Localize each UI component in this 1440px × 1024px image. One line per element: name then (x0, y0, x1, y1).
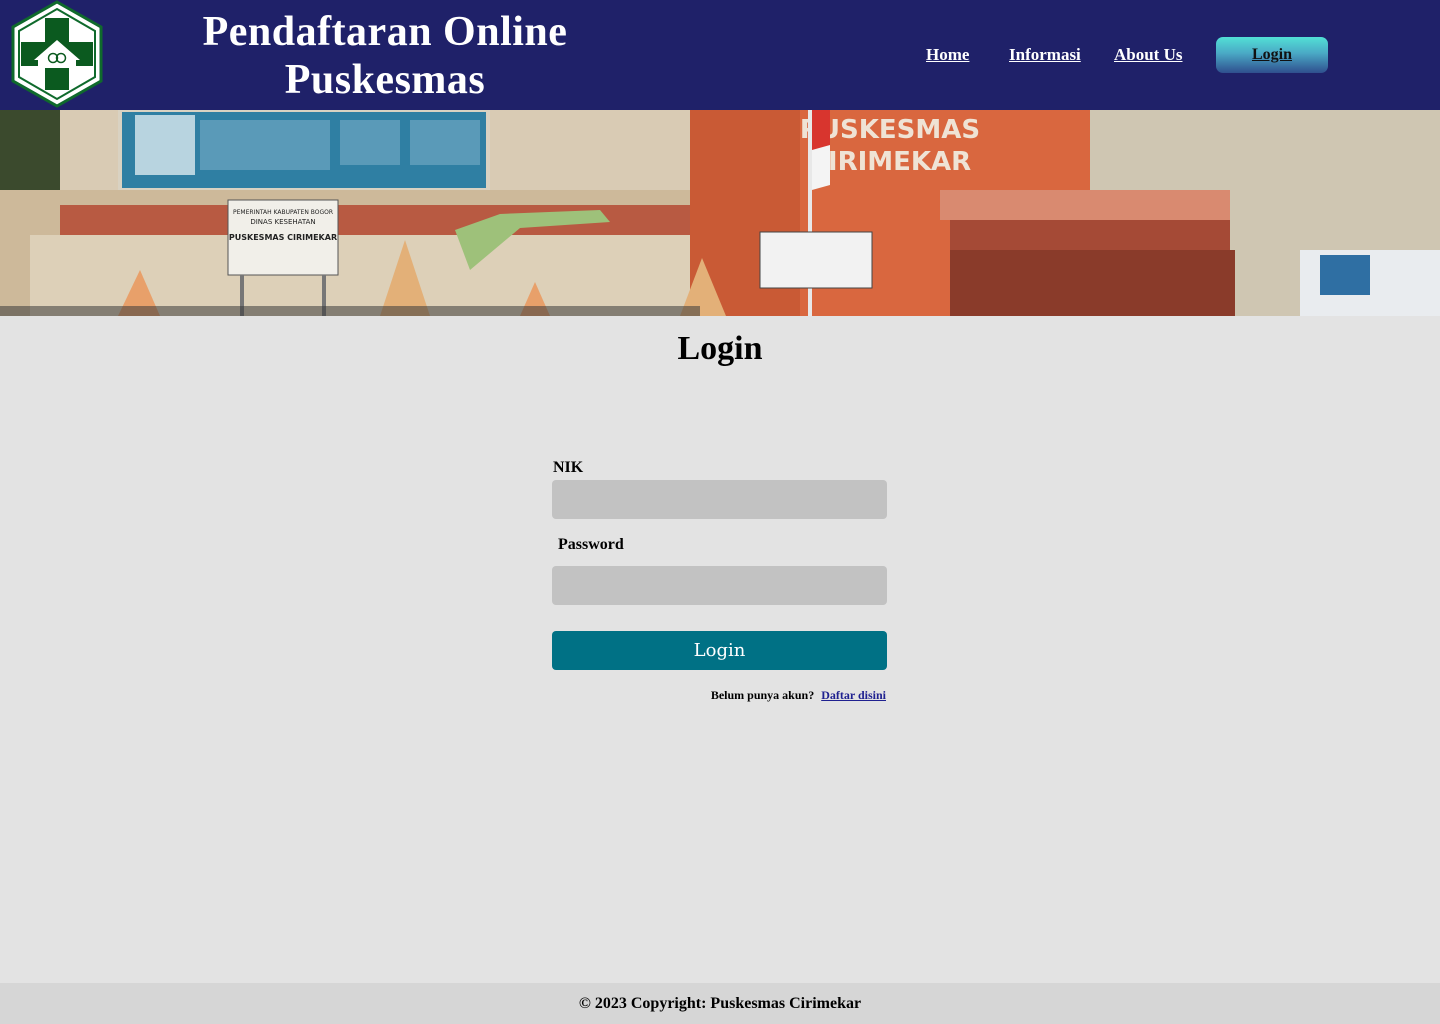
nav-informasi-link[interactable]: Informasi (1009, 45, 1081, 65)
register-link[interactable]: Daftar disini (821, 688, 886, 702)
hero-banner-photo: PUSKESMAS CIRIMEKAR PEMERINTAH KABUPATEN… (0, 110, 1440, 316)
login-submit-button[interactable]: Login (552, 631, 887, 670)
nav-home-link[interactable]: Home (926, 45, 969, 65)
banner-board-line1: PEMERINTAH KABUPATEN BOGOR (233, 209, 333, 216)
footer-copyright: © 2023 Copyright: Puskesmas Cirimekar (578, 994, 862, 1012)
site-title: Pendaftaran Online Puskesmas (175, 8, 595, 104)
nik-input[interactable] (552, 480, 887, 519)
nik-label: NIK (553, 459, 584, 476)
banner-sign-line2: CIRIMEKAR (809, 147, 971, 177)
register-prompt-text: Belum punya akun? (710, 688, 815, 702)
page-title: Login (677, 330, 763, 367)
puskesmas-logo-icon (8, 0, 106, 108)
nav-login-button[interactable]: Login (1216, 37, 1328, 73)
top-navbar: Pendaftaran Online Puskesmas Home Inform… (0, 0, 1440, 110)
site-title-line2: Puskesmas (284, 57, 486, 103)
password-label: Password (558, 536, 624, 553)
nav-about-link[interactable]: About Us (1114, 45, 1183, 65)
banner-board-line2: DINAS KESEHATAN (250, 218, 315, 226)
footer: © 2023 Copyright: Puskesmas Cirimekar (0, 983, 1440, 1024)
password-input[interactable] (552, 566, 887, 605)
site-title-line1: Pendaftaran Online (202, 9, 568, 55)
banner-board-line3: PUSKESMAS CIRIMEKAR (229, 233, 337, 242)
register-prompt-row: Belum punya akun? Daftar disini (552, 688, 886, 703)
